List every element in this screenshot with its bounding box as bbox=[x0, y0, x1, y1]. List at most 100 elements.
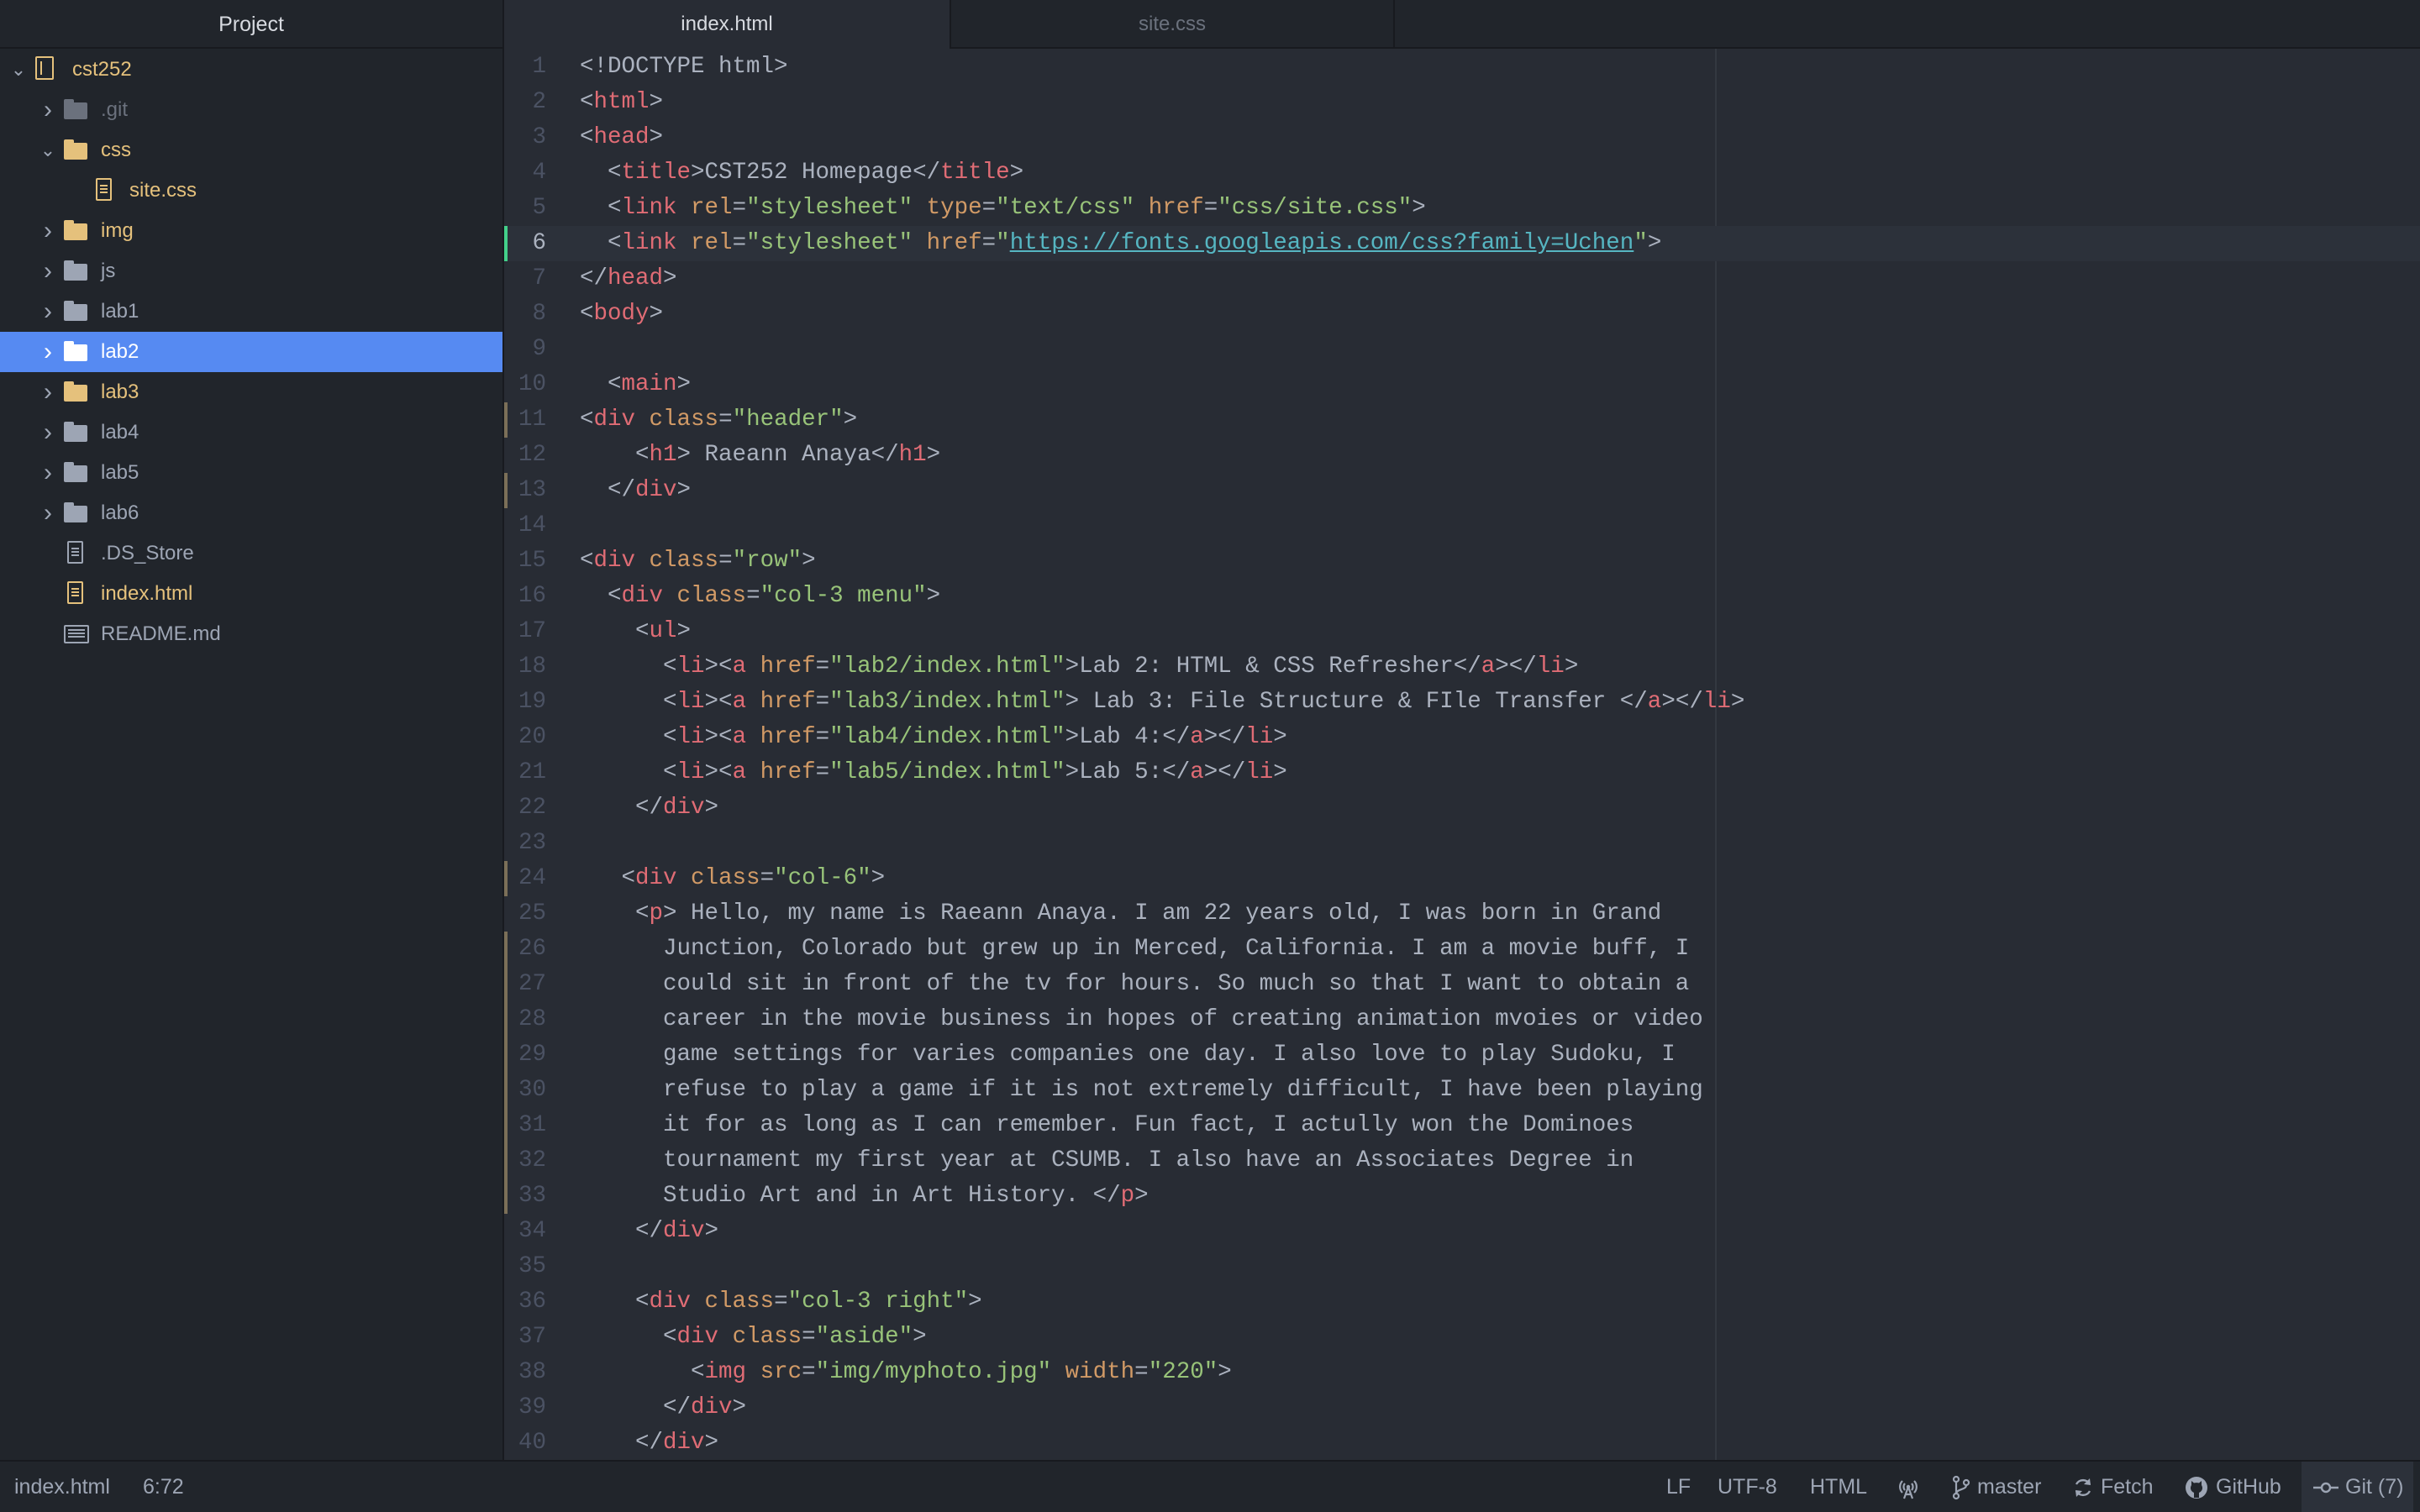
code-line[interactable]: 12 <h1> Raeann Anaya</h1> bbox=[504, 438, 2420, 473]
status-grammar[interactable]: HTML bbox=[1810, 1462, 1867, 1512]
chevron-right-icon[interactable]: › bbox=[39, 90, 57, 130]
code-line[interactable]: 28 career in the movie business in hopes… bbox=[504, 1002, 2420, 1037]
folder-icon bbox=[64, 260, 87, 281]
status-branch[interactable]: master bbox=[1952, 1462, 2041, 1512]
code-line[interactable]: 3 <head> bbox=[504, 120, 2420, 155]
tab-index-html[interactable]: index.html bbox=[504, 0, 951, 50]
tree-item-lab3[interactable]: › lab3 bbox=[0, 372, 502, 412]
status-encoding[interactable]: UTF-8 bbox=[1718, 1462, 1777, 1512]
chevron-right-icon[interactable]: › bbox=[39, 291, 57, 332]
chevron-right-icon[interactable]: › bbox=[39, 412, 57, 453]
code-line[interactable]: 19 <li><a href="lab3/index.html"> Lab 3:… bbox=[504, 685, 2420, 720]
code-line[interactable]: 22 </div> bbox=[504, 790, 2420, 826]
tab-site-css[interactable]: site.css bbox=[951, 0, 1395, 49]
code-line[interactable]: 16 <div class="col-3 menu"> bbox=[504, 579, 2420, 614]
code-line[interactable]: 23 bbox=[504, 826, 2420, 861]
code-line[interactable]: 4 <title>CST252 Homepage</title> bbox=[504, 155, 2420, 191]
tree-items: › .git ⌄ css site.css › img › js › lab1 › lab2 › lab3 ›… bbox=[0, 90, 502, 654]
file-icon bbox=[92, 178, 116, 201]
tree-item-lab6[interactable]: › lab6 bbox=[0, 493, 502, 533]
code-line[interactable]: 7 </head> bbox=[504, 261, 2420, 297]
tree-item-lab1[interactable]: › lab1 bbox=[0, 291, 502, 332]
status-branch-label: master bbox=[1977, 1475, 2042, 1499]
code-line[interactable]: 5 <link rel="stylesheet" type="text/css"… bbox=[504, 191, 2420, 226]
chevron-down-icon[interactable]: ⌄ bbox=[39, 130, 57, 171]
code-line[interactable]: 14 bbox=[504, 508, 2420, 543]
code-line[interactable]: 17 <ul> bbox=[504, 614, 2420, 649]
line-number: 11 bbox=[518, 407, 546, 433]
code-line[interactable]: 40 </div> bbox=[504, 1425, 2420, 1460]
chevron-right-icon[interactable]: › bbox=[39, 251, 57, 291]
tree-item-lab5[interactable]: › lab5 bbox=[0, 453, 502, 493]
code-line[interactable]: 26 Junction, Colorado but grew up in Mer… bbox=[504, 932, 2420, 967]
chevron-right-icon[interactable]: › bbox=[39, 372, 57, 412]
code-line[interactable]: 30 refuse to play a game if it is not ex… bbox=[504, 1073, 2420, 1108]
code-text: <main> bbox=[580, 371, 692, 397]
chevron-down-icon[interactable]: ⌄ bbox=[9, 50, 28, 90]
line-number: 12 bbox=[518, 442, 546, 468]
status-line-ending[interactable]: LF bbox=[1666, 1462, 1691, 1512]
status-file-name[interactable]: index.html bbox=[14, 1462, 110, 1512]
code-line[interactable]: 24 <div class="col-6"> bbox=[504, 861, 2420, 896]
tree-item-lab2[interactable]: › lab2 bbox=[0, 332, 502, 372]
tree-item-index-html[interactable]: index.html bbox=[0, 574, 502, 614]
status-fetch[interactable]: Fetch bbox=[2072, 1462, 2154, 1512]
tree-item-img[interactable]: › img bbox=[0, 211, 502, 251]
tree-root-cst252[interactable]: ⌄ cst252 bbox=[0, 50, 502, 90]
line-number: 20 bbox=[518, 724, 546, 750]
code-line[interactable]: 13 </div> bbox=[504, 473, 2420, 508]
code-line[interactable]: 25 <p> Hello, my name is Raeann Anaya. I… bbox=[504, 896, 2420, 932]
line-number: 36 bbox=[518, 1289, 546, 1315]
folder-icon bbox=[64, 301, 87, 322]
code-line[interactable]: 34 </div> bbox=[504, 1214, 2420, 1249]
tree-item-lab4[interactable]: › lab4 bbox=[0, 412, 502, 453]
chevron-right-icon[interactable]: › bbox=[39, 453, 57, 493]
tree-item-ds-store[interactable]: .DS_Store bbox=[0, 533, 502, 574]
broadcast-icon[interactable] bbox=[1896, 1462, 1928, 1512]
tree-item-js[interactable]: › js bbox=[0, 251, 502, 291]
code-line[interactable]: 10 <main> bbox=[504, 367, 2420, 402]
tree-item-git[interactable]: › .git bbox=[0, 90, 502, 130]
code-line[interactable]: 38 <img src="img/myphoto.jpg" width="220… bbox=[504, 1355, 2420, 1390]
line-number: 16 bbox=[518, 583, 546, 609]
code-text: <li><a href="lab3/index.html"> Lab 3: Fi… bbox=[580, 689, 1745, 715]
code-line[interactable]: 2 <html> bbox=[504, 85, 2420, 120]
line-number: 19 bbox=[518, 689, 546, 715]
code-line[interactable]: 8 <body> bbox=[504, 297, 2420, 332]
tree-root-label: cst252 bbox=[72, 58, 132, 81]
tab-label: site.css bbox=[1138, 13, 1206, 35]
code-text: <title>CST252 Homepage</title> bbox=[580, 160, 1024, 186]
code-line[interactable]: 35 bbox=[504, 1249, 2420, 1284]
code-line[interactable]: 6 <link rel="stylesheet" href="https://f… bbox=[504, 226, 2420, 261]
status-github[interactable]: GitHub bbox=[2184, 1462, 2281, 1512]
code-line[interactable]: 18 <li><a href="lab2/index.html">Lab 2: … bbox=[504, 649, 2420, 685]
code-line[interactable]: 1 <!DOCTYPE html> bbox=[504, 50, 2420, 85]
code-line[interactable]: 32 tournament my first year at CSUMB. I … bbox=[504, 1143, 2420, 1179]
code-text: <div class="aside"> bbox=[580, 1324, 927, 1350]
code-line[interactable]: 33 Studio Art and in Art History. </p> bbox=[504, 1179, 2420, 1214]
line-number: 15 bbox=[518, 548, 546, 574]
chevron-right-icon[interactable]: › bbox=[39, 493, 57, 533]
tree-item-site-css[interactable]: site.css bbox=[0, 171, 502, 211]
chevron-right-icon[interactable]: › bbox=[39, 332, 57, 372]
code-text: Studio Art and in Art History. </p> bbox=[580, 1183, 1149, 1209]
line-number: 8 bbox=[532, 301, 546, 327]
code-line[interactable]: 29 game settings for varies companies on… bbox=[504, 1037, 2420, 1073]
code-line[interactable]: 27 could sit in front of the tv for hour… bbox=[504, 967, 2420, 1002]
code-line[interactable]: 9 bbox=[504, 332, 2420, 367]
code-line[interactable]: 21 <li><a href="lab5/index.html">Lab 5:<… bbox=[504, 755, 2420, 790]
chevron-right-icon[interactable]: › bbox=[39, 211, 57, 251]
status-cursor-position[interactable]: 6:72 bbox=[143, 1462, 184, 1512]
code-line[interactable]: 11 <div class="header"> bbox=[504, 402, 2420, 438]
status-fetch-label: Fetch bbox=[2101, 1475, 2154, 1499]
status-git[interactable]: Git (7) bbox=[2302, 1462, 2414, 1512]
tree-item-readme-md[interactable]: README.md bbox=[0, 614, 502, 654]
code-editor[interactable]: 1 <!DOCTYPE html> 2 <html> 3 <head> 4 <title>C… bbox=[504, 49, 2420, 1460]
code-line[interactable]: 36 <div class="col-3 right"> bbox=[504, 1284, 2420, 1320]
code-line[interactable]: 15 <div class="row"> bbox=[504, 543, 2420, 579]
code-line[interactable]: 20 <li><a href="lab4/index.html">Lab 4:<… bbox=[504, 720, 2420, 755]
tree-item-css[interactable]: ⌄ css bbox=[0, 130, 502, 171]
code-line[interactable]: 31 it for as long as I can remember. Fun… bbox=[504, 1108, 2420, 1143]
code-line[interactable]: 39 </div> bbox=[504, 1390, 2420, 1425]
code-line[interactable]: 37 <div class="aside"> bbox=[504, 1320, 2420, 1355]
